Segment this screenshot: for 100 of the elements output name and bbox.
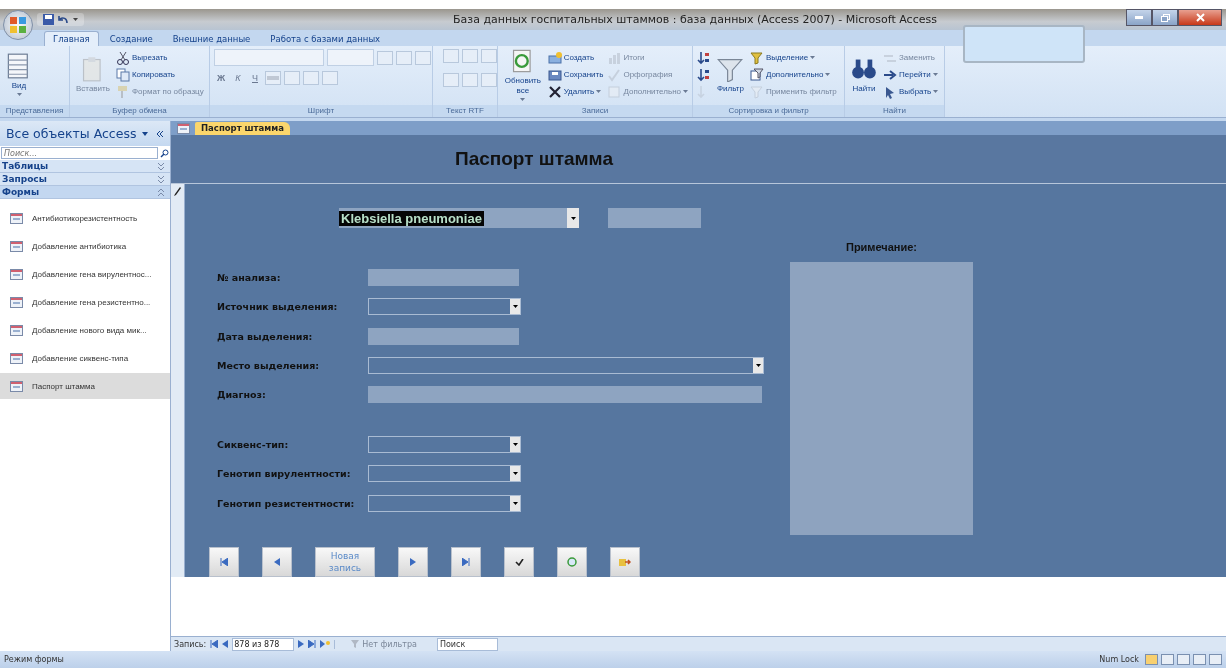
refresh-icon [567, 557, 577, 567]
form-icon [10, 212, 23, 224]
close-button[interactable] [1178, 9, 1222, 26]
ribbon-tab[interactable]: Работа с базами данных [261, 31, 390, 46]
search-icon[interactable] [160, 148, 169, 158]
format-button[interactable]: Ч [248, 70, 262, 85]
ribbon-button[interactable]: Удалить [547, 84, 604, 99]
scissors-icon [115, 50, 130, 65]
combo-box[interactable] [368, 465, 521, 483]
dropdown-button[interactable] [567, 208, 579, 228]
nav-item[interactable]: Добавление гена резистентно... [0, 289, 170, 315]
ribbon-tab[interactable]: Внешние данные [163, 31, 260, 46]
ribbon-button[interactable]: Выделение [749, 50, 837, 65]
caret-icon[interactable] [142, 131, 148, 136]
form-icon [177, 123, 190, 134]
search-field[interactable]: Поиск [436, 637, 498, 651]
caret-icon [596, 90, 602, 93]
nav-item[interactable]: Добавление гена вирулентнос... [0, 261, 170, 287]
nav-button[interactable] [398, 547, 428, 577]
sort-button[interactable] [697, 67, 711, 82]
nav-button[interactable] [209, 547, 239, 577]
nav-item[interactable]: Добавление антибиотика [0, 233, 170, 259]
text-field[interactable] [608, 208, 701, 228]
arrow-icon [883, 67, 897, 82]
nav-group-header[interactable]: Запросы [0, 173, 170, 186]
caret-icon [932, 73, 938, 76]
window-title: База данных госпитальных штаммов : база данных (Access 2007) - Microsoft Access [452, 13, 938, 26]
minimize-button[interactable] [1126, 9, 1152, 26]
text-field[interactable] [368, 268, 519, 286]
text-field[interactable] [368, 327, 519, 345]
collapse-icon[interactable] [156, 130, 164, 137]
dropdown-button[interactable] [510, 299, 520, 315]
note-field[interactable] [790, 262, 973, 535]
ribbon-button[interactable]: Обновить все [502, 48, 544, 101]
combo-box[interactable] [368, 435, 521, 453]
dropdown-button[interactable] [510, 495, 520, 511]
brush-icon [115, 84, 130, 99]
field-label: Источник выделения: [217, 301, 339, 313]
format-button[interactable]: К [231, 70, 245, 85]
last-record-button[interactable] [308, 640, 317, 648]
maximize-button[interactable] [1152, 9, 1178, 26]
design-view-button[interactable] [1209, 654, 1222, 665]
nav-item[interactable]: Добавление сиквенс-типа [0, 345, 170, 371]
nav-button[interactable] [504, 547, 534, 577]
sort-button[interactable] [697, 50, 711, 65]
undo-icon[interactable] [58, 15, 69, 24]
group-label: Шрифт [210, 105, 432, 117]
office-button[interactable] [3, 9, 33, 40]
squares-logo-icon [10, 16, 26, 33]
dropdown-button[interactable] [510, 436, 520, 452]
ribbon-tab[interactable]: Главная [44, 31, 99, 46]
ribbon-button[interactable]: Копировать [115, 67, 204, 82]
caret-icon [512, 472, 518, 476]
previous-record-button[interactable] [222, 640, 229, 648]
nav-button[interactable] [262, 547, 292, 577]
datasheet-view-button[interactable] [1161, 654, 1174, 665]
first-record-button[interactable] [210, 640, 219, 648]
ribbon-button[interactable]: Вырезать [115, 50, 204, 65]
ribbon-button[interactable]: Перейти [883, 67, 939, 82]
sort-ascending-icon [697, 50, 711, 65]
form-view-button[interactable] [1145, 654, 1158, 665]
ribbon-button[interactable]: Создать [547, 50, 604, 65]
ribbon-button[interactable]: Фильтр [715, 55, 746, 94]
record-position-field[interactable]: 878 из 878 [232, 637, 295, 651]
ribbon-button[interactable]: Дополнительно [749, 67, 837, 82]
font-color-button[interactable] [265, 70, 281, 85]
nav-button[interactable] [557, 547, 587, 577]
group-label: Текст RTF [433, 105, 497, 117]
nav-item[interactable]: Добавление нового вида мик... [0, 317, 170, 343]
search-field[interactable]: Поиск... [1, 147, 158, 159]
nav-group-header[interactable]: Формы [0, 186, 170, 199]
delete-icon [547, 84, 562, 99]
first-record-icon [210, 640, 219, 648]
ribbon-tab[interactable]: Создание [100, 31, 162, 46]
nav-button[interactable] [451, 547, 481, 577]
combo-box[interactable] [368, 494, 521, 512]
nav-group-header[interactable]: Таблицы [0, 160, 170, 173]
ribbon-button[interactable]: Вид [4, 53, 34, 96]
spelling-icon [607, 67, 622, 82]
caret-icon[interactable] [73, 18, 78, 21]
ribbon-button[interactable]: Найти [849, 55, 879, 94]
combo-box[interactable] [368, 298, 521, 316]
ribbon-button[interactable]: Сохранить [547, 67, 604, 82]
new-record-button[interactable] [320, 640, 331, 648]
save-icon[interactable] [43, 14, 54, 25]
ribbon-button[interactable]: Выбрать [883, 84, 939, 99]
check-icon [514, 558, 524, 566]
dropdown-button[interactable] [510, 466, 520, 482]
form-icon [10, 352, 23, 364]
group-label: Найти [845, 105, 944, 117]
nav-item[interactable]: Паспорт штамма [0, 373, 170, 399]
next-record-button[interactable] [298, 640, 305, 648]
pivot-view-button[interactable] [1177, 654, 1190, 665]
combo-box[interactable]: Klebsiella pneumoniae [339, 208, 579, 228]
nav-item[interactable]: Антибиотикорезистентность [0, 205, 170, 231]
chart-view-button[interactable] [1193, 654, 1206, 665]
field-label: Дата выделения: [217, 330, 314, 342]
dropdown-button[interactable] [753, 358, 763, 374]
format-button[interactable]: Ж [214, 70, 228, 85]
text-field[interactable] [368, 386, 762, 404]
